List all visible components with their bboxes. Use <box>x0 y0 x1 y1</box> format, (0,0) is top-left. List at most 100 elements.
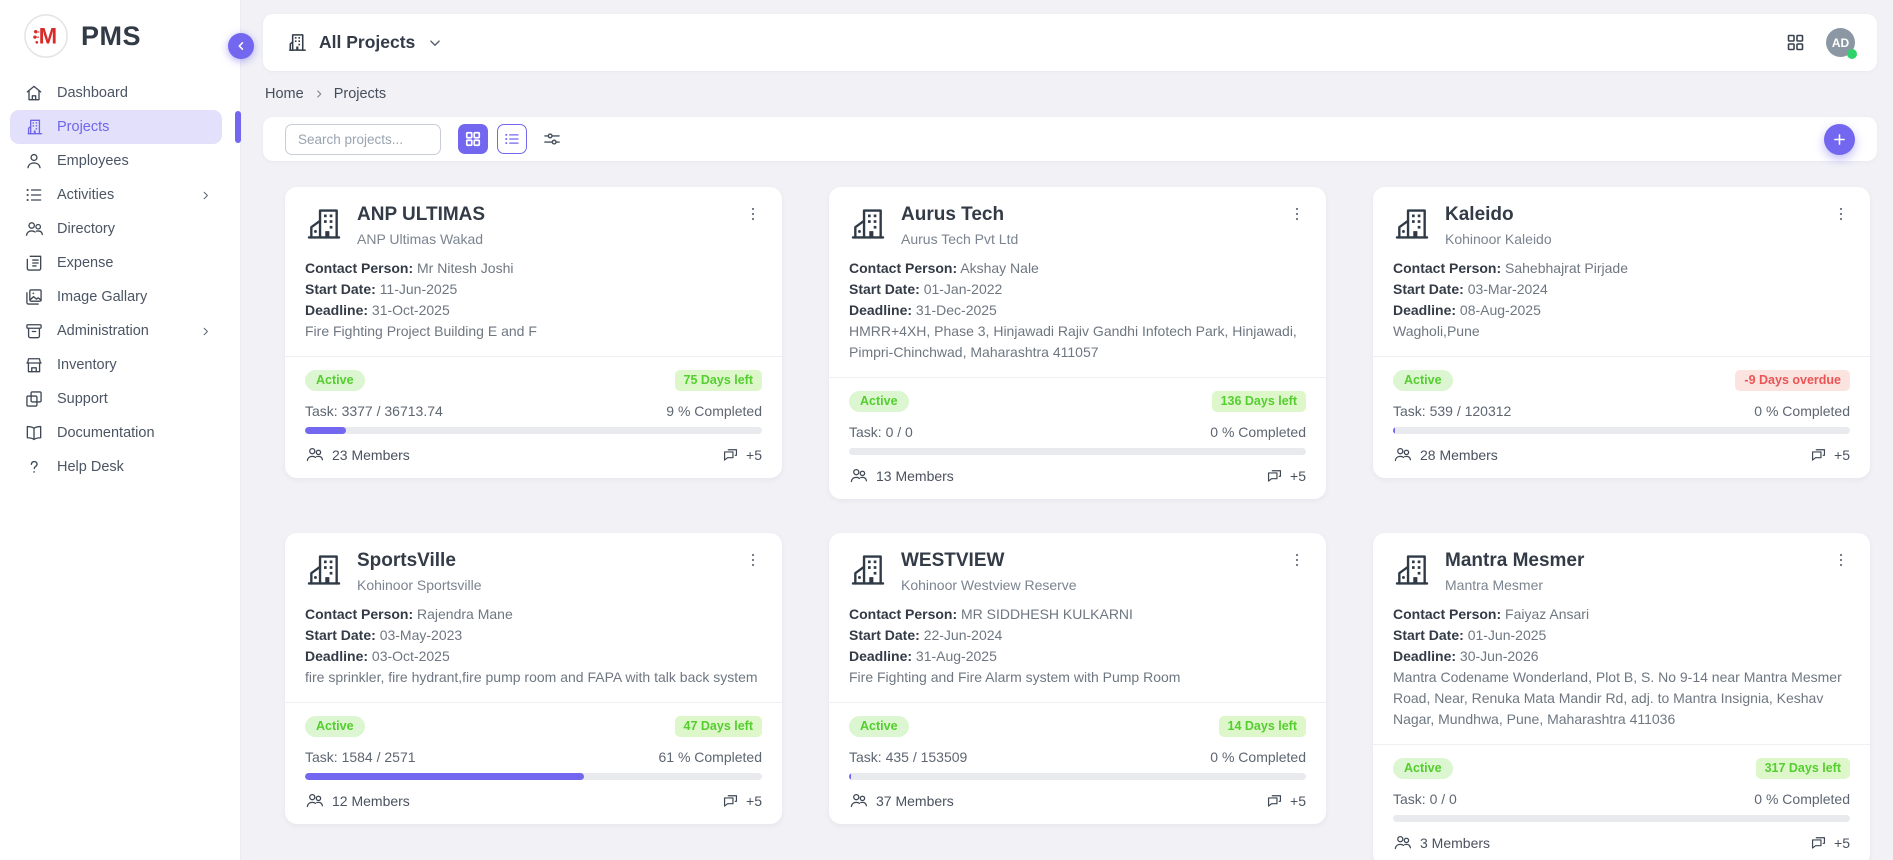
sidebar-item[interactable]: Administration <box>10 314 222 348</box>
days-badge: 136 Days left <box>1212 391 1306 412</box>
grid-view-button[interactable] <box>458 124 488 154</box>
start-date-row: Start Date: 03-Mar-2024 <box>1393 279 1850 300</box>
page-header: All Projects AD <box>263 14 1877 71</box>
progress-fill <box>305 427 346 434</box>
contact-person-value: Akshay Nale <box>960 260 1039 276</box>
comments-count[interactable]: +5 <box>721 791 762 810</box>
comments-count[interactable]: +5 <box>721 445 762 464</box>
deadline-value: 30-Jun-2026 <box>1460 648 1539 664</box>
members-count: 12 Members <box>305 791 410 810</box>
project-description: HMRR+4XH, Phase 3, Hinjawadi Rajiv Gandh… <box>849 321 1306 363</box>
book-icon <box>24 423 44 443</box>
project-card[interactable]: Mantra Mesmer Mantra Mesmer Contact Pers… <box>1373 533 1870 860</box>
progress-bar <box>305 427 762 434</box>
start-date-value: 03-Mar-2024 <box>1468 281 1548 297</box>
progress-bar <box>1393 815 1850 822</box>
days-badge: 14 Days left <box>1219 716 1306 737</box>
project-title: ANP ULTIMAS <box>357 203 744 227</box>
project-description: Mantra Codename Wonderland, Plot B, S. N… <box>1393 667 1850 730</box>
kebab-menu-icon[interactable] <box>1288 205 1306 223</box>
project-cards-grid: ANP ULTIMAS ANP Ultimas Wakad Contact Pe… <box>263 187 1877 860</box>
status-badge: Active <box>849 391 909 412</box>
add-project-button[interactable] <box>1824 124 1855 155</box>
filter-sliders-icon[interactable] <box>536 124 568 154</box>
project-subtitle: Kohinoor Kaleido <box>1445 230 1832 248</box>
projects-filter-dropdown[interactable]: All Projects <box>285 31 444 54</box>
start-date-row: Start Date: 01-Jun-2025 <box>1393 625 1850 646</box>
project-card[interactable]: WESTVIEW Kohinoor Westview Reserve Conta… <box>829 533 1326 824</box>
breadcrumb-home[interactable]: Home <box>265 86 304 102</box>
contact-person-value: Sahebhajrat Pirjade <box>1505 260 1628 276</box>
task-count: Task: 539 / 120312 <box>1393 403 1511 419</box>
kebab-menu-icon[interactable] <box>744 551 762 569</box>
comments-count[interactable]: +5 <box>1809 833 1850 852</box>
kebab-menu-icon[interactable] <box>1832 551 1850 569</box>
start-date-row: Start Date: 22-Jun-2024 <box>849 625 1306 646</box>
contact-person-row: Contact Person: Sahebhajrat Pirjade <box>1393 258 1850 279</box>
status-badge: Active <box>849 716 909 737</box>
sidebar-item[interactable]: Activities <box>10 178 222 212</box>
sidebar-collapse-button[interactable] <box>228 33 254 59</box>
completed-percent: 61 % Completed <box>658 749 762 765</box>
online-status-dot <box>1847 49 1857 59</box>
deadline-row: Deadline: 31-Aug-2025 <box>849 646 1306 667</box>
chevron-down-icon <box>426 34 444 52</box>
project-subtitle: Kohinoor Westview Reserve <box>901 576 1288 594</box>
status-badge: Active <box>305 716 365 737</box>
receipt-icon <box>24 253 44 273</box>
project-card[interactable]: Kaleido Kohinoor Kaleido Contact Person:… <box>1373 187 1870 478</box>
completed-percent: 0 % Completed <box>1754 403 1850 419</box>
breadcrumb-current: Projects <box>334 86 386 102</box>
deadline-value: 31-Aug-2025 <box>916 648 997 664</box>
contact-person-row: Contact Person: MR SIDDHESH KULKARNI <box>849 604 1306 625</box>
logo-letter: M <box>39 24 57 49</box>
sidebar-item[interactable]: Dashboard <box>10 76 222 110</box>
building-icon <box>849 551 887 589</box>
project-card[interactable]: Aurus Tech Aurus Tech Pvt Ltd Contact Pe… <box>829 187 1326 499</box>
chevron-left-icon <box>234 39 248 53</box>
chevron-right-icon <box>199 189 212 202</box>
list-view-button[interactable] <box>497 124 527 154</box>
project-subtitle: Aurus Tech Pvt Ltd <box>901 230 1288 248</box>
building-icon <box>24 117 44 137</box>
progress-bar <box>849 773 1306 780</box>
progress-bar <box>305 773 762 780</box>
sidebar-item[interactable]: Image Gallary <box>10 280 222 314</box>
sidebar-item[interactable]: Projects <box>10 110 222 144</box>
contact-person-value: Mr Nitesh Joshi <box>417 260 513 276</box>
progress-fill <box>1393 427 1395 434</box>
task-count: Task: 0 / 0 <box>849 424 913 440</box>
sidebar-item[interactable]: Employees <box>10 144 222 178</box>
comments-count[interactable]: +5 <box>1809 445 1850 464</box>
building-icon <box>305 551 343 589</box>
user-icon <box>24 151 44 171</box>
sidebar-item[interactable]: Inventory <box>10 348 222 382</box>
deadline-value: 31-Dec-2025 <box>916 302 997 318</box>
kebab-menu-icon[interactable] <box>1288 551 1306 569</box>
contact-person-value: Rajendra Mane <box>417 606 513 622</box>
kebab-menu-icon[interactable] <box>744 205 762 223</box>
sidebar-item[interactable]: Documentation <box>10 416 222 450</box>
project-card[interactable]: ANP ULTIMAS ANP Ultimas Wakad Contact Pe… <box>285 187 782 478</box>
building-icon <box>1393 205 1431 243</box>
comments-count[interactable]: +5 <box>1265 791 1306 810</box>
sidebar-item[interactable]: Support <box>10 382 222 416</box>
users-icon <box>849 466 868 485</box>
breadcrumb: Home Projects <box>263 71 1877 103</box>
deadline-value: 08-Aug-2025 <box>1460 302 1541 318</box>
completed-percent: 0 % Completed <box>1210 424 1306 440</box>
user-avatar[interactable]: AD <box>1826 28 1855 57</box>
comments-count[interactable]: +5 <box>1265 466 1306 485</box>
pms-logo-icon: M <box>23 13 69 59</box>
sidebar-item[interactable]: Help Desk <box>10 450 222 484</box>
kebab-menu-icon[interactable] <box>1832 205 1850 223</box>
project-card[interactable]: SportsVille Kohinoor Sportsville Contact… <box>285 533 782 824</box>
apps-grid-icon[interactable] <box>1785 32 1806 53</box>
page-title: All Projects <box>319 32 415 53</box>
days-badge: 75 Days left <box>675 370 762 391</box>
sidebar-item[interactable]: Directory <box>10 212 222 246</box>
contact-person-value: MR SIDDHESH KULKARNI <box>961 606 1133 622</box>
completed-percent: 0 % Completed <box>1754 791 1850 807</box>
search-input[interactable] <box>285 124 441 155</box>
sidebar-item[interactable]: Expense <box>10 246 222 280</box>
